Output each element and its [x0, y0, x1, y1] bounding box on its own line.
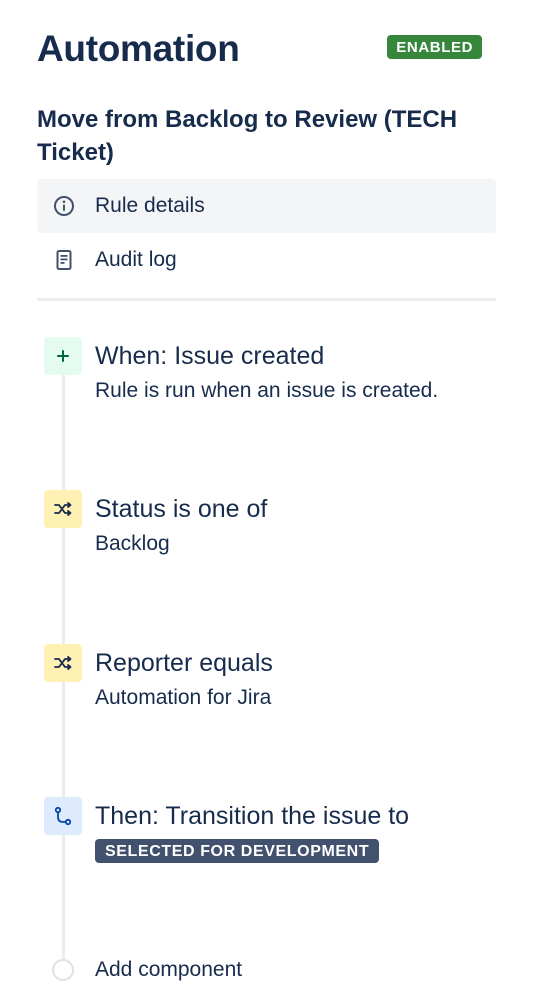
add-component-label: Add component — [95, 958, 243, 981]
nav-item-rule-details[interactable]: Rule details — [37, 179, 496, 233]
info-icon — [37, 194, 91, 218]
component-title: Status is one of — [95, 495, 268, 523]
rule-nav: Rule details Audit log — [37, 179, 496, 287]
nav-item-label: Rule details — [95, 194, 205, 217]
panel-header: Automation ENABLED — [37, 24, 482, 74]
automation-rule-panel: Automation ENABLED Move from Backlog to … — [0, 0, 556, 999]
shuffle-icon — [44, 644, 82, 682]
nav-item-audit-log[interactable]: Audit log — [37, 233, 496, 287]
status-badge: ENABLED — [387, 35, 482, 59]
component-title: Then: Transition the issue to — [95, 802, 410, 830]
plus-icon — [44, 337, 82, 375]
add-component-dot-icon — [52, 959, 74, 981]
transition-icon — [44, 797, 82, 835]
component-description: Automation for Jira — [95, 686, 272, 709]
shuffle-icon — [44, 490, 82, 528]
component-title: When: Issue created — [95, 342, 325, 370]
add-component-button[interactable]: Add component — [52, 958, 242, 982]
status-lozenge: SELECTED FOR DEVELOPMENT — [95, 839, 380, 863]
page-title: Automation — [37, 28, 240, 69]
rule-name: Move from Backlog to Review (TECH Ticket… — [37, 106, 458, 166]
document-icon — [37, 248, 91, 272]
component-description: Backlog — [95, 532, 170, 555]
nav-item-label: Audit log — [95, 248, 177, 271]
divider — [37, 298, 496, 301]
component-title: Reporter equals — [95, 649, 273, 677]
component-description: Rule is run when an issue is created. — [95, 379, 439, 402]
